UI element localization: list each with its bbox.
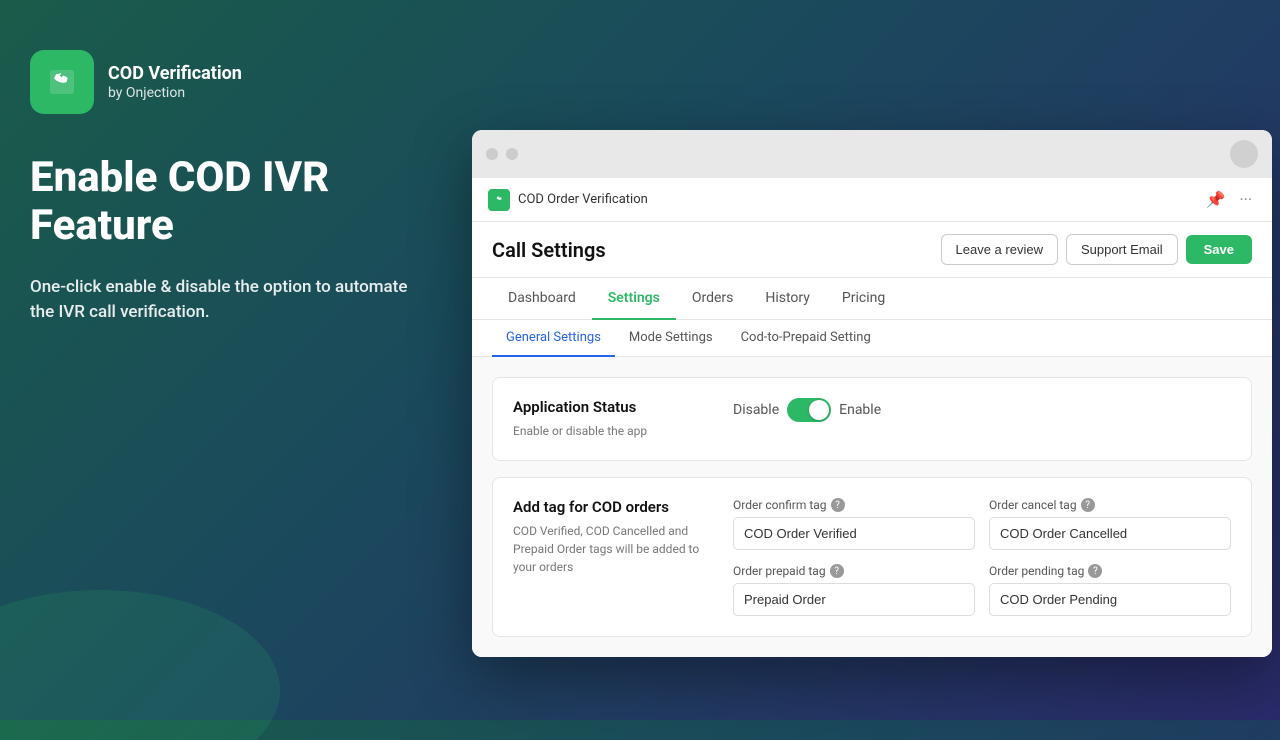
support-email-button[interactable]: Support Email (1066, 234, 1178, 265)
pin-icon[interactable]: 📌 (1202, 188, 1230, 211)
save-button[interactable]: Save (1186, 235, 1252, 264)
tag-fields: Order confirm tag ? Order cancel tag ? (733, 498, 1231, 616)
field-group-order-prepaid: Order prepaid tag ? (733, 564, 975, 616)
order-cancel-help-icon[interactable]: ? (1081, 498, 1095, 512)
tag-card: Add tag for COD orders COD Verified, COD… (492, 477, 1252, 637)
app-icon-small (488, 189, 510, 211)
card-right-status: Disable Enable (733, 398, 1231, 422)
tag-card-title: Add tag for COD orders (513, 498, 713, 516)
app-status-card-desc: Enable or disable the app (513, 422, 713, 440)
leave-review-button[interactable]: Leave a review (941, 234, 1058, 265)
main-tabs: Dashboard Settings Orders History Pricin… (472, 278, 1272, 320)
header-buttons: Leave a review Support Email Save (941, 234, 1252, 265)
card-left-tag: Add tag for COD orders COD Verified, COD… (513, 498, 713, 576)
hero-description: One-click enable & disable the option to… (30, 275, 410, 326)
order-confirm-help-icon[interactable]: ? (831, 498, 845, 512)
content-area: Application Status Enable or disable the… (472, 357, 1272, 657)
app-icon (30, 50, 94, 114)
toggle-group: Disable Enable (733, 398, 881, 422)
tag-card-desc: COD Verified, COD Cancelled and Prepaid … (513, 522, 713, 576)
left-panel: COD Verification by Onjection Enable COD… (0, 0, 450, 720)
hero-title: Enable COD IVR Feature (30, 154, 410, 251)
order-pending-help-icon[interactable]: ? (1088, 564, 1102, 578)
browser-close-btn[interactable] (1230, 140, 1258, 168)
more-icon[interactable]: ··· (1235, 188, 1256, 211)
tab-orders[interactable]: Orders (676, 278, 750, 320)
top-bar-actions: 📌 ··· (1202, 188, 1256, 211)
order-cancel-label: Order cancel tag ? (989, 498, 1231, 512)
app-status-card-title: Application Status (513, 398, 713, 416)
order-confirm-input[interactable] (733, 517, 975, 550)
subtab-mode-settings[interactable]: Mode Settings (615, 320, 727, 357)
app-status-toggle[interactable] (787, 398, 831, 422)
browser-window: COD Order Verification 📌 ··· Call Settin… (472, 130, 1272, 657)
header-row: Call Settings Leave a review Support Ema… (472, 222, 1272, 278)
field-group-order-confirm: Order confirm tag ? (733, 498, 975, 550)
card-left-status: Application Status Enable or disable the… (513, 398, 713, 440)
order-pending-label: Order pending tag ? (989, 564, 1231, 578)
toggle-disable-label: Disable (733, 402, 779, 418)
order-prepaid-help-icon[interactable]: ? (830, 564, 844, 578)
sub-tabs: General Settings Mode Settings Cod-to-Pr… (472, 320, 1272, 357)
subtab-cod-to-prepaid[interactable]: Cod-to-Prepaid Setting (727, 320, 885, 357)
browser-dot-2 (506, 148, 518, 160)
subtab-general-settings[interactable]: General Settings (492, 320, 615, 357)
tab-settings[interactable]: Settings (592, 278, 676, 320)
app-title-block: COD Verification by Onjection (108, 63, 242, 101)
app-content: COD Order Verification 📌 ··· Call Settin… (472, 178, 1272, 657)
decorative-shape (0, 440, 300, 740)
tab-history[interactable]: History (749, 278, 826, 320)
order-confirm-label: Order confirm tag ? (733, 498, 975, 512)
browser-chrome (472, 130, 1272, 178)
order-pending-input[interactable] (989, 583, 1231, 616)
browser-dot-1 (486, 148, 498, 160)
app-subtitle: by Onjection (108, 85, 242, 101)
order-cancel-input[interactable] (989, 517, 1231, 550)
tab-pricing[interactable]: Pricing (826, 278, 901, 320)
page-title: Call Settings (492, 238, 606, 262)
field-group-order-cancel: Order cancel tag ? (989, 498, 1231, 550)
field-group-order-pending: Order pending tag ? (989, 564, 1231, 616)
toggle-enable-label: Enable (839, 402, 881, 418)
application-status-card: Application Status Enable or disable the… (492, 377, 1252, 461)
app-title: COD Verification (108, 63, 242, 85)
order-prepaid-input[interactable] (733, 583, 975, 616)
app-name-label: COD Order Verification (518, 192, 1194, 207)
order-prepaid-label: Order prepaid tag ? (733, 564, 975, 578)
tab-dashboard[interactable]: Dashboard (492, 278, 592, 320)
app-header: COD Verification by Onjection (30, 50, 410, 114)
top-bar: COD Order Verification 📌 ··· (472, 178, 1272, 222)
